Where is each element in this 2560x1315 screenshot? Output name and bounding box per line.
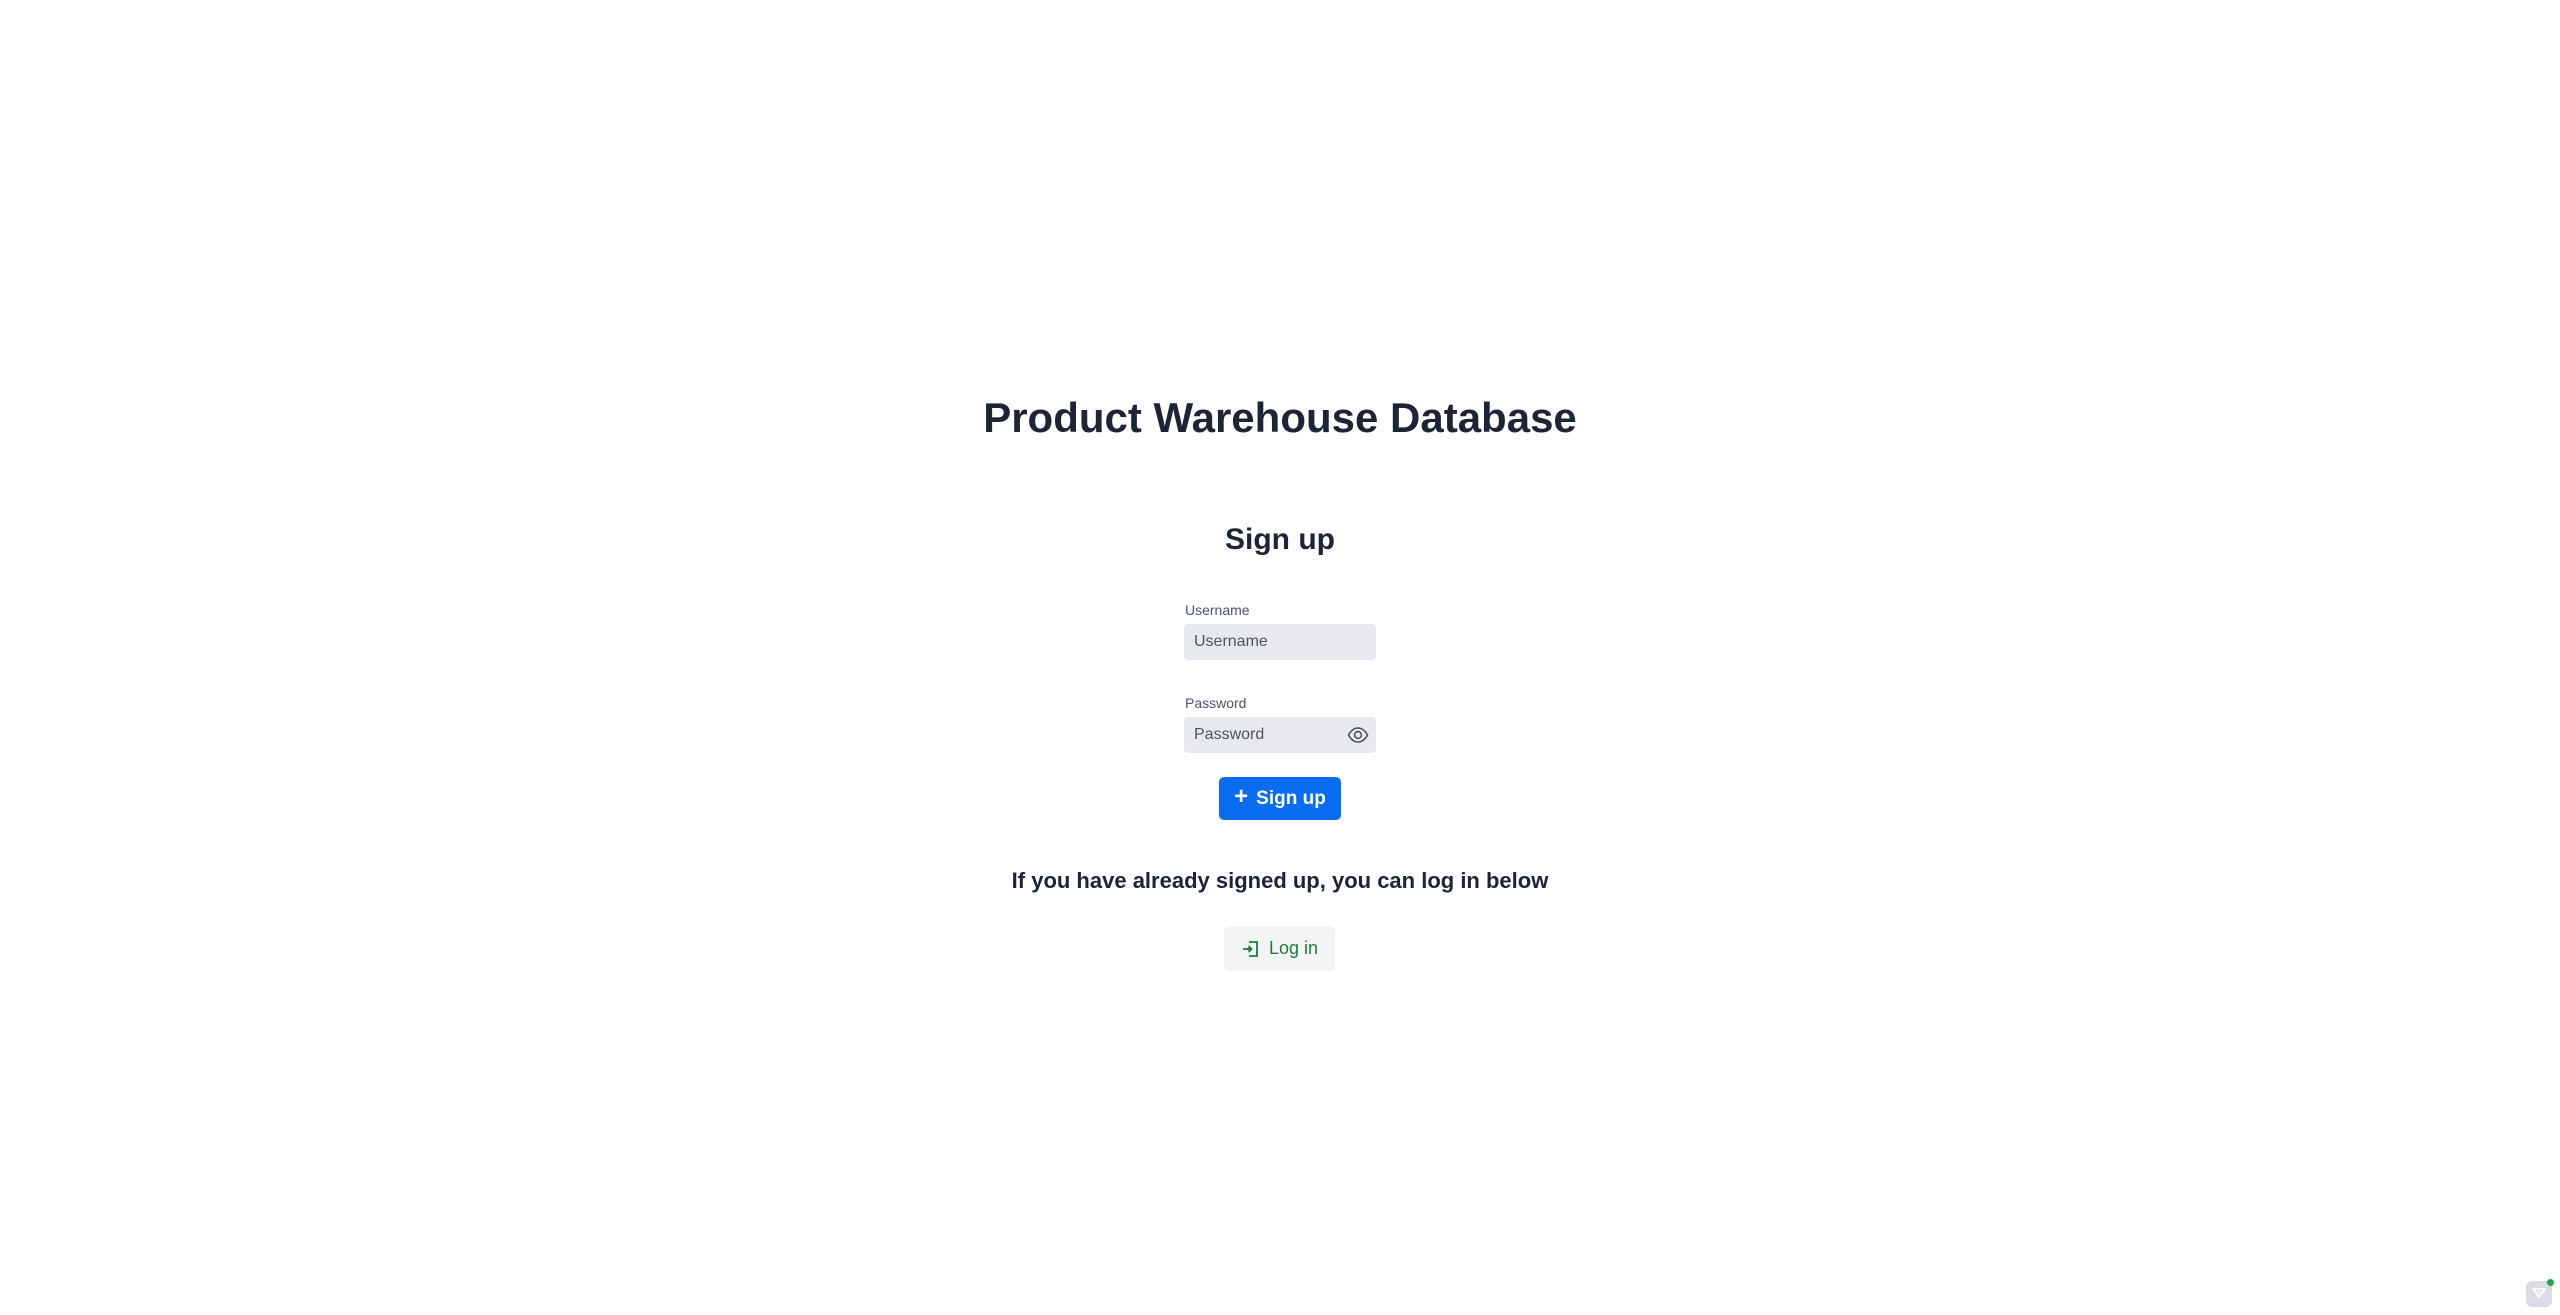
password-label: Password (1185, 695, 1247, 711)
plus-icon: + (1234, 783, 1249, 810)
signup-form-title: Sign up (1225, 523, 1335, 556)
login-hint-text: If you have already signed up, you can l… (1011, 868, 1549, 893)
chat-widget-icon[interactable] (2526, 1279, 2554, 1307)
password-field (1184, 717, 1376, 753)
login-icon (1241, 939, 1261, 959)
app-title: Product Warehouse Database (983, 394, 1577, 441)
signup-button-label: Sign up (1256, 787, 1326, 809)
signup-button[interactable]: + Sign up (1219, 777, 1341, 820)
login-button-label: Log in (1268, 938, 1319, 958)
signup-page: Product Warehouse Database Sign up Usern… (0, 0, 2560, 1315)
login-button[interactable]: Log in (1224, 926, 1335, 971)
notification-dot (2547, 1279, 2554, 1286)
show-password-eye-icon[interactable] (1347, 725, 1369, 745)
username-label: Username (1185, 602, 1250, 618)
username-input[interactable] (1184, 624, 1376, 660)
username-field (1184, 624, 1376, 660)
